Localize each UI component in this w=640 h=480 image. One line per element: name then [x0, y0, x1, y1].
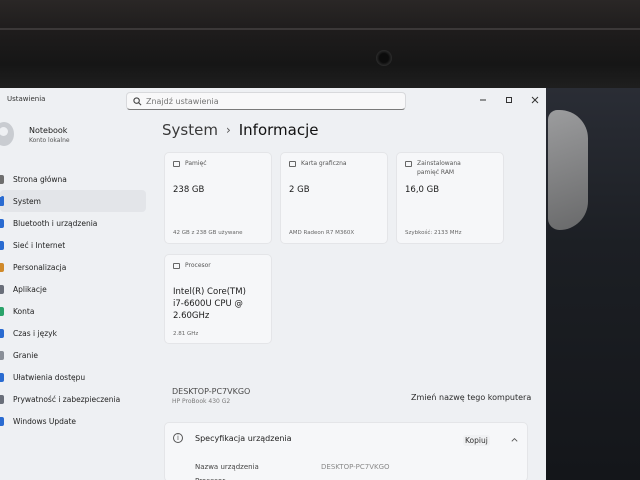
chevron-up-icon[interactable] [510, 435, 519, 444]
spec-value: DESKTOP-PC7VKGO [321, 463, 390, 471]
device-name: DESKTOP-PC7VKGO [172, 387, 251, 396]
card-sub: 42 GB z 238 GB używane [173, 230, 243, 236]
account-icon [0, 307, 4, 316]
cpu-card[interactable]: Procesor Intel(R) Core(TM) i7-6600U CPU … [164, 254, 272, 344]
card-sub: Szybkość: 2133 MHz [405, 230, 462, 236]
sidebar-item-label: Prywatność i zabezpieczenia [13, 394, 121, 404]
search-input[interactable] [146, 96, 386, 106]
card-label: Pamięć [185, 160, 207, 167]
webcam [376, 50, 392, 66]
minimize-icon [480, 99, 486, 101]
sidebar-item-label: Granie [13, 350, 38, 360]
sidebar-item-home[interactable]: Strona główna [0, 168, 146, 190]
clock-icon [0, 329, 4, 338]
sidebar-item-privacy[interactable]: Prywatność i zabezpieczenia [0, 388, 146, 410]
device-spec-panel: i Specyfikacja urządzenia Kopiuj Nazwa u… [164, 422, 528, 480]
brush-icon [0, 263, 4, 272]
sidebar-item-accounts[interactable]: Konta [0, 300, 146, 322]
accessibility-icon [0, 373, 4, 382]
profile-account-type: Konto lokalne [29, 137, 70, 144]
app-title: Ustawienia [7, 95, 46, 103]
sidebar-item-label: Konta [13, 306, 35, 316]
card-value: 16,0 GB [405, 185, 440, 195]
sidebar-item-bluetooth[interactable]: Bluetooth i urządzenia [0, 212, 146, 234]
page-title: Informacje [238, 121, 319, 139]
bluetooth-icon [0, 219, 4, 228]
laptop-bezel [0, 0, 640, 92]
sidebar-item-windows-update[interactable]: Windows Update [0, 410, 146, 432]
minimize-button[interactable] [472, 93, 494, 107]
settings-window: Ustawienia Notebook Konto lokalne Strona… [0, 88, 546, 480]
card-value: 238 GB [173, 185, 205, 195]
storage-card[interactable]: Pamięć 238 GB 42 GB z 238 GB używane [164, 152, 272, 244]
breadcrumb: System › Informacje [162, 121, 319, 139]
monitor-icon [0, 197, 4, 206]
card-label: Karta graficzna [301, 160, 347, 167]
sidebar-item-apps[interactable]: Aplikacje [0, 278, 146, 300]
wifi-icon [0, 241, 4, 250]
desktop-wallpaper-shape [548, 110, 588, 230]
ram-card[interactable]: Zainstalowana pamięć RAM 16,0 GB Szybkoś… [396, 152, 504, 244]
maximize-button[interactable] [498, 93, 520, 107]
sidebar-item-label: Windows Update [13, 416, 77, 426]
sidebar-item-system[interactable]: System [0, 190, 146, 212]
home-icon [0, 175, 4, 184]
sidebar-item-label: System [13, 196, 41, 206]
gpu-icon [289, 161, 296, 167]
spec-title: Specyfikacja urządzenia [195, 434, 292, 443]
card-label: Procesor [185, 262, 211, 269]
user-profile[interactable]: Notebook Konto lokalne [0, 118, 130, 158]
sidebar-item-label: Bluetooth i urządzenia [13, 218, 98, 228]
profile-name: Notebook [29, 126, 68, 135]
sidebar-item-personalization[interactable]: Personalizacja [0, 256, 146, 278]
gamepad-icon [0, 351, 4, 360]
sidebar-item-label: Personalizacja [13, 262, 67, 272]
update-icon [0, 417, 4, 426]
sidebar-item-label: Ułatwienia dostępu [13, 372, 86, 382]
close-icon [531, 96, 539, 104]
breadcrumb-parent[interactable]: System [162, 121, 218, 139]
title-bar: Ustawienia [0, 88, 546, 114]
copy-button[interactable]: Kopiuj [463, 435, 490, 446]
sidebar-item-accessibility[interactable]: Ułatwienia dostępu [0, 366, 146, 388]
card-value: 2 GB [289, 185, 310, 195]
sidebar-item-label: Czas i język [13, 328, 57, 338]
sidebar-item-network[interactable]: Sieć i Internet [0, 234, 146, 256]
card-sub: AMD Radeon R7 M360X [289, 230, 355, 236]
device-model: HP ProBook 430 G2 [172, 398, 231, 405]
cpu-icon [173, 263, 180, 269]
sidebar-item-label: Aplikacje [13, 284, 47, 294]
sidebar-nav: Strona główna System Bluetooth i urządze… [0, 168, 146, 432]
chevron-right-icon: › [225, 123, 231, 137]
memory-icon [405, 161, 412, 167]
apps-icon [0, 285, 4, 294]
maximize-icon [506, 97, 512, 103]
card-value: Intel(R) Core(TM) i7-6600U CPU @ 2.60GHz [173, 287, 246, 321]
bezel-edge [0, 28, 640, 30]
close-button[interactable] [524, 93, 546, 107]
sidebar-item-label: Strona główna [13, 174, 67, 184]
sidebar-item-gaming[interactable]: Granie [0, 344, 146, 366]
storage-icon [173, 161, 180, 167]
sidebar-item-label: Sieć i Internet [13, 240, 66, 250]
spec-key: Nazwa urządzenia [195, 463, 259, 471]
sidebar-item-time-language[interactable]: Czas i język [0, 322, 146, 344]
shield-icon [0, 395, 4, 404]
graphics-card[interactable]: Karta graficzna 2 GB AMD Radeon R7 M360X [280, 152, 388, 244]
avatar [0, 122, 14, 146]
card-label: Zainstalowana pamięć RAM [417, 160, 461, 176]
search-icon [133, 96, 142, 105]
search-box[interactable] [126, 92, 406, 110]
rename-pc-button[interactable]: Zmień nazwę tego komputera [411, 393, 531, 402]
card-sub: 2.81 GHz [173, 331, 199, 337]
info-icon: i [173, 433, 183, 443]
